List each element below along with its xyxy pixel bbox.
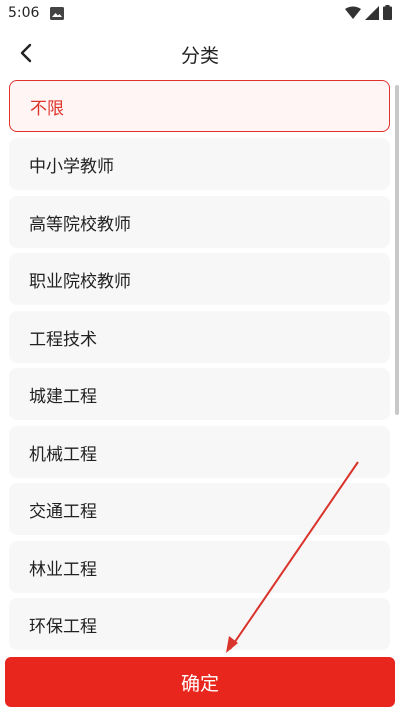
category-label: 高等院校教师 xyxy=(29,214,131,235)
wifi-icon xyxy=(345,6,361,19)
category-item-forestry[interactable]: 林业工程 xyxy=(9,541,390,593)
status-icons xyxy=(345,5,392,20)
category-label: 不限 xyxy=(30,98,64,119)
gallery-icon xyxy=(50,7,64,20)
category-item-transportation[interactable]: 交通工程 xyxy=(9,483,390,535)
signal-icon xyxy=(365,5,379,20)
status-bar: 5:06 xyxy=(0,0,400,28)
battery-icon xyxy=(383,5,392,20)
category-item-unlimited[interactable]: 不限 xyxy=(9,80,390,132)
category-item-engineering-tech[interactable]: 工程技术 xyxy=(9,311,390,363)
category-item-urban-construction[interactable]: 城建工程 xyxy=(9,368,390,420)
category-label: 林业工程 xyxy=(29,559,97,580)
category-label: 工程技术 xyxy=(29,329,97,350)
header: 分类 xyxy=(0,28,400,78)
category-label: 交通工程 xyxy=(29,501,97,522)
category-label: 中小学教师 xyxy=(29,156,114,177)
category-label: 职业院校教师 xyxy=(29,271,131,292)
category-label: 机械工程 xyxy=(29,444,97,465)
status-time: 5:06 xyxy=(8,5,40,21)
category-label: 城建工程 xyxy=(29,386,97,407)
category-item-mechanical[interactable]: 机械工程 xyxy=(9,426,390,478)
category-label: 环保工程 xyxy=(29,616,97,637)
category-item-k12-teacher[interactable]: 中小学教师 xyxy=(9,138,390,190)
category-item-environmental[interactable]: 环保工程 xyxy=(9,598,390,650)
page-title: 分类 xyxy=(180,45,219,67)
category-list[interactable]: 不限 中小学教师 高等院校教师 职业院校教师 工程技术 城建工程 机械工程 交通… xyxy=(9,80,390,655)
confirm-button[interactable]: 确定 xyxy=(5,657,395,707)
scrollbar[interactable] xyxy=(395,85,399,415)
confirm-label: 确定 xyxy=(180,672,219,695)
category-item-university-teacher[interactable]: 高等院校教师 xyxy=(9,196,390,248)
category-item-vocational-teacher[interactable]: 职业院校教师 xyxy=(9,253,390,305)
